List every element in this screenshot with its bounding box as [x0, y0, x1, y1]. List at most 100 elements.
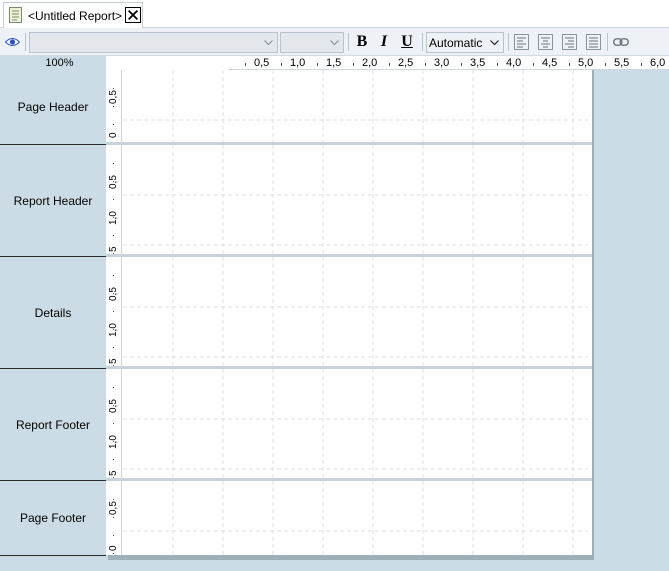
- ruler-label: 1,5: [326, 57, 342, 69]
- ruler-tick: [425, 63, 426, 66]
- ruler-tick: [113, 275, 114, 276]
- vertical-ruler-label: 0: [108, 545, 119, 551]
- ruler-tick: [641, 63, 642, 66]
- ruler-tick: [113, 405, 114, 406]
- align-right-icon[interactable]: [562, 34, 577, 50]
- section-report-header[interactable]: 0,5 1,0 5: [106, 145, 592, 254]
- ruler-tick: [317, 63, 318, 66]
- ruler-label: 4,0: [506, 57, 522, 69]
- bold-button[interactable]: B: [353, 33, 371, 51]
- ruler-tick: [113, 106, 114, 107]
- report-page: 0,5 1,0 1,5 2,0 2,5 3,0 3,5 4,0 4,5 5,0 5,5 6,0 0,5…: [106, 56, 669, 555]
- ruler-tick: [497, 63, 498, 66]
- report-tab[interactable]: <Untitled Report>: [3, 2, 143, 28]
- ruler-tick: [461, 63, 462, 66]
- ruler-tick: [245, 63, 246, 66]
- ruler-tick: [569, 63, 570, 66]
- ruler-tick: [113, 311, 114, 312]
- ruler-label: 3,0: [434, 57, 450, 69]
- align-center-icon[interactable]: [538, 34, 553, 50]
- tab-title: <Untitled Report>: [28, 9, 123, 23]
- band-label-page-footer[interactable]: Page Footer: [0, 481, 106, 556]
- document-tab-bar: <Untitled Report>: [0, 0, 669, 28]
- ruler-tick: [113, 459, 114, 460]
- ruler-tick: [113, 423, 114, 424]
- section-report-footer[interactable]: 0,5 1,0 5: [106, 369, 592, 478]
- close-icon[interactable]: [125, 7, 141, 23]
- chevron-down-icon: [330, 40, 339, 46]
- report-page-icon: [9, 7, 22, 23]
- underline-button[interactable]: U: [398, 33, 416, 51]
- link-icon[interactable]: [613, 38, 629, 46]
- ruler-label: 0,5: [254, 57, 270, 69]
- zoom-level[interactable]: 100%: [0, 56, 122, 70]
- ruler-tick: [353, 63, 354, 66]
- section-page-footer[interactable]: 0,5 0: [106, 481, 592, 555]
- vertical-ruler-label: 0,5: [108, 175, 119, 189]
- ruler-tick: [113, 517, 114, 518]
- vertical-ruler-label: 5: [108, 358, 119, 364]
- ruler-label: 4,5: [542, 57, 558, 69]
- ruler-tick: [281, 63, 282, 66]
- ruler-label: 2,0: [362, 57, 378, 69]
- section-details[interactable]: 0,5 1,0 5: [106, 257, 592, 366]
- vertical-ruler-label: 1,0: [108, 323, 119, 337]
- ruler-label: 6,0: [650, 57, 666, 69]
- ruler-tick: [113, 535, 114, 536]
- section-page-header[interactable]: 0,5 0: [106, 70, 592, 142]
- text-color-select[interactable]: Automatic: [426, 32, 504, 53]
- chevron-down-icon: [490, 40, 499, 46]
- vertical-ruler: 0,5 0: [106, 70, 122, 142]
- section-canvas[interactable]: [123, 257, 588, 366]
- italic-button[interactable]: I: [375, 33, 393, 51]
- ruler-tick: [113, 553, 114, 554]
- font-size-select[interactable]: [280, 32, 344, 53]
- ruler-tick: [113, 499, 114, 500]
- chevron-down-icon: [264, 40, 273, 46]
- ruler-tick: [113, 293, 114, 294]
- ruler-tick: [113, 181, 114, 182]
- ruler-label: 5,0: [578, 57, 594, 69]
- ruler-tick: [113, 124, 114, 125]
- format-toolbar: B I U Automatic: [0, 28, 669, 56]
- font-name-select[interactable]: [29, 32, 278, 53]
- ruler-label: 5,5: [614, 57, 630, 69]
- section-canvas[interactable]: [123, 70, 588, 142]
- ruler-label: 1,0: [290, 57, 306, 69]
- ruler-tick: [113, 199, 114, 200]
- ruler-tick: [605, 63, 606, 66]
- vertical-ruler: 0,5 0: [106, 481, 122, 555]
- ruler-tick: [113, 235, 114, 236]
- section-canvas[interactable]: [123, 369, 588, 478]
- align-left-icon[interactable]: [514, 34, 529, 50]
- vertical-ruler-label: 1,0: [108, 435, 119, 449]
- band-label-details[interactable]: Details: [0, 257, 106, 369]
- vertical-ruler-label: 0: [108, 132, 119, 138]
- ruler-tick: [113, 217, 114, 218]
- ruler-tick: [389, 63, 390, 66]
- align-justify-icon[interactable]: [586, 34, 601, 50]
- ruler-tick: [113, 387, 114, 388]
- report-design-surface: 100% Page Header Report Header Details R…: [0, 56, 669, 571]
- vertical-ruler-label: 1,0: [108, 211, 119, 225]
- section-canvas[interactable]: [123, 481, 588, 555]
- vertical-ruler: 0,5 1,0 5: [106, 145, 122, 254]
- band-label-page-header[interactable]: Page Header: [0, 70, 106, 145]
- vertical-ruler-label: 0,5: [108, 501, 119, 515]
- vertical-ruler-label: 0,5: [108, 90, 119, 104]
- band-label-report-footer[interactable]: Report Footer: [0, 369, 106, 481]
- ruler-tick: [113, 163, 114, 164]
- vertical-ruler-label: 5: [108, 246, 119, 252]
- vertical-ruler: 0,5 1,0 5: [106, 257, 122, 366]
- ruler-label: 3,5: [470, 57, 486, 69]
- eye-icon[interactable]: [5, 37, 20, 47]
- ruler-tick: [113, 88, 114, 89]
- section-canvas[interactable]: [123, 145, 588, 254]
- vertical-ruler: 0,5 1,0 5: [106, 369, 122, 478]
- text-color-value: Automatic: [429, 36, 483, 50]
- ruler-label: 2,5: [398, 57, 414, 69]
- ruler-tick: [113, 347, 114, 348]
- band-label-report-header[interactable]: Report Header: [0, 145, 106, 257]
- ruler-tick: [113, 441, 114, 442]
- vertical-ruler-label: 5: [108, 470, 119, 476]
